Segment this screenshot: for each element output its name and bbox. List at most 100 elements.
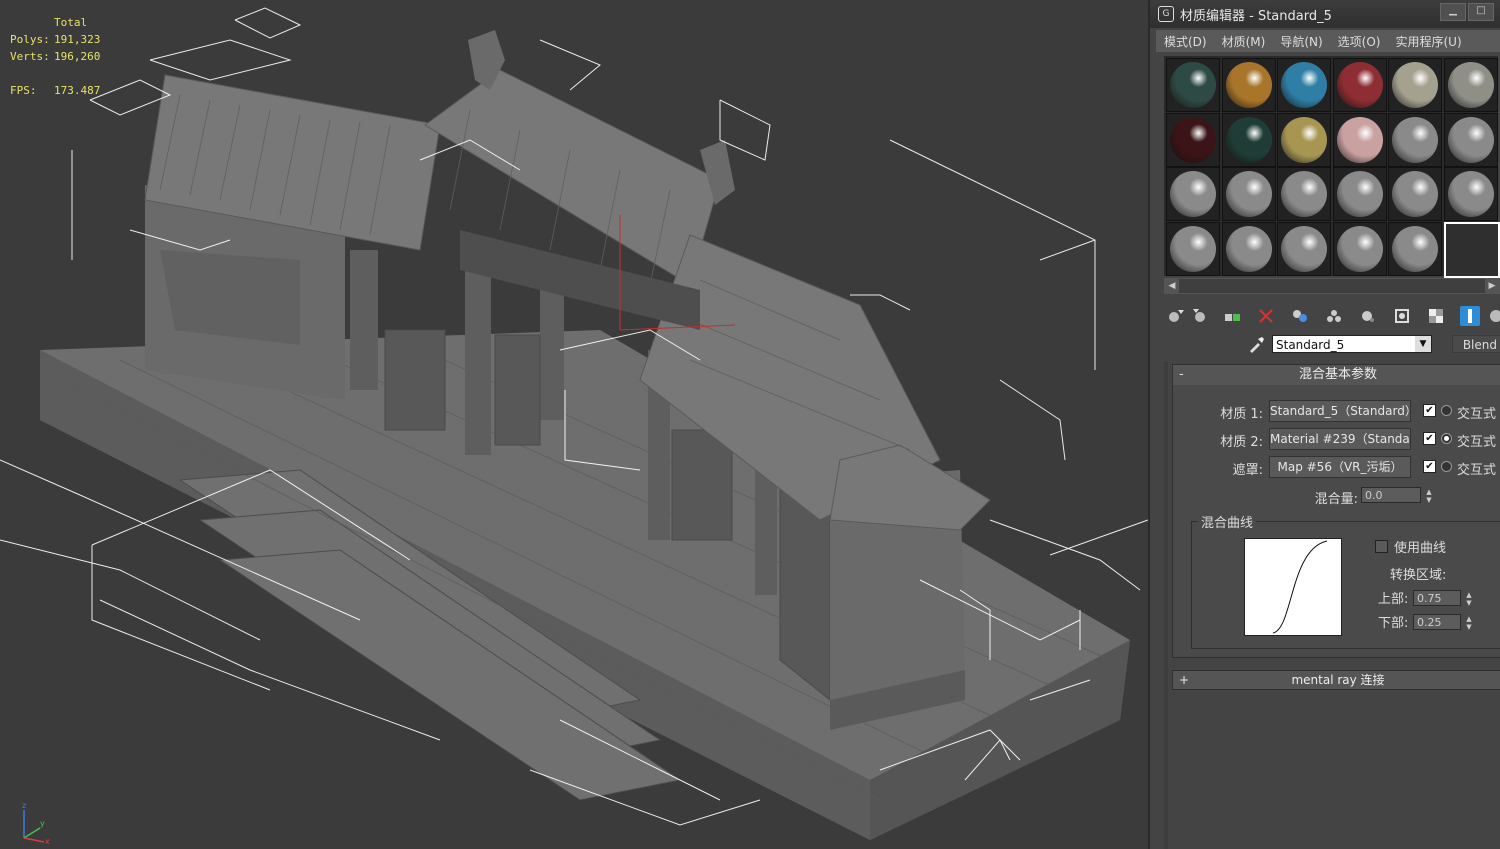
minimize-button[interactable]: ▁ xyxy=(1440,3,1466,21)
material-slot[interactable] xyxy=(1221,221,1276,276)
show-map-in-viewport-icon[interactable] xyxy=(1392,306,1412,326)
material-slot[interactable] xyxy=(1221,167,1276,221)
material-slot[interactable] xyxy=(1166,58,1220,112)
mask-map-button[interactable]: Map #56（VR_污垢） xyxy=(1269,456,1411,478)
material-2-enable-checkbox[interactable]: ✔ xyxy=(1423,432,1436,445)
lower-spinner[interactable]: 0.25 ▲ ▼ xyxy=(1413,614,1472,631)
material-slot[interactable] xyxy=(1221,58,1276,112)
material-sphere-icon xyxy=(1281,116,1327,163)
material-slot[interactable] xyxy=(1277,167,1331,221)
material-slot[interactable] xyxy=(1166,167,1220,221)
material-2-interactive-label: 交互式 xyxy=(1457,435,1497,450)
material-2-row: 材质 2: Material #239（Standard） ✔ 交互式 xyxy=(1173,428,1500,450)
maximize-button[interactable]: □ xyxy=(1468,3,1494,21)
material-slot[interactable] xyxy=(1332,221,1387,276)
material-1-button[interactable]: Standard_5（Standard） xyxy=(1269,400,1411,422)
menu-options[interactable]: 选项(O) xyxy=(1330,30,1388,50)
spinner-arrows-icon[interactable]: ▲ ▼ xyxy=(1464,591,1474,607)
slot-scrollbar[interactable]: ◀ ▶ xyxy=(1164,278,1500,294)
viewport-statistics: Total Polys: 191,323 Verts: 196,260 FPS: 17… xyxy=(10,14,100,99)
upper-spinner[interactable]: 0.75 ▲ ▼ xyxy=(1413,590,1472,607)
put-to-scene-icon[interactable] xyxy=(1190,306,1210,326)
app-icon: G xyxy=(1158,6,1174,22)
checker-background-icon[interactable] xyxy=(1426,306,1446,326)
material-name-value: Standard_5 xyxy=(1276,338,1345,352)
get-material-icon[interactable] xyxy=(1166,306,1186,326)
chevron-down-icon[interactable]: ▼ xyxy=(1415,336,1431,352)
material-slot[interactable] xyxy=(1332,58,1387,112)
expand-icon[interactable]: + xyxy=(1179,671,1189,689)
material-sphere-icon xyxy=(1225,225,1272,272)
material-effects-channel-icon[interactable] xyxy=(1358,306,1378,326)
material-slot[interactable] xyxy=(1388,221,1442,276)
material-editor-window[interactable]: G 材质编辑器 - Standard_5 ▁ □ 模式(D) 材质(M) 导航(N)… xyxy=(1148,0,1500,849)
use-curve-checkbox[interactable] xyxy=(1375,540,1388,553)
material-slot[interactable] xyxy=(1166,112,1220,167)
material-sphere-icon xyxy=(1170,171,1216,217)
spinner-arrows-icon[interactable]: ▲ ▼ xyxy=(1464,615,1474,631)
material-slot[interactable] xyxy=(1388,58,1442,112)
material-slot[interactable] xyxy=(1277,58,1331,112)
material-sphere-icon xyxy=(1281,225,1327,272)
material-slot[interactable] xyxy=(1277,221,1331,276)
stats-verts-value: 196,260 xyxy=(54,50,101,63)
stats-fps-value: 173.487 xyxy=(54,84,101,97)
delete-material-icon[interactable] xyxy=(1256,306,1276,326)
material-slot[interactable] xyxy=(1443,221,1500,278)
material-1-interactive-radio[interactable] xyxy=(1441,405,1452,416)
scroll-right-icon[interactable]: ▶ xyxy=(1485,279,1499,293)
material-sphere-icon xyxy=(1225,171,1272,217)
material-slot[interactable] xyxy=(1443,58,1498,112)
make-unique-icon[interactable] xyxy=(1290,306,1310,326)
spinner-arrows-icon[interactable]: ▲ ▼ xyxy=(1424,488,1434,504)
scroll-left-icon[interactable]: ◀ xyxy=(1165,279,1179,293)
mix-amount-spinner[interactable]: 0.0 ▲ ▼ xyxy=(1361,487,1432,504)
use-curve-label: 使用曲线 xyxy=(1394,541,1447,556)
viewport[interactable]: Total Polys: 191,323 Verts: 196,260 FPS: 17… xyxy=(0,0,1148,849)
material-sphere-icon xyxy=(1170,116,1216,163)
menu-bar: 模式(D) 材质(M) 导航(N) 选项(O) 实用程序(U) xyxy=(1156,30,1500,52)
material-type-button[interactable]: Blend xyxy=(1452,335,1500,353)
mental-ray-label: mental ray 连接 xyxy=(1291,673,1385,687)
material-sphere-icon xyxy=(1392,225,1438,272)
material-sphere-icon xyxy=(1281,62,1327,108)
material-2-button[interactable]: Material #239（Standard） xyxy=(1269,428,1411,450)
go-to-parent-icon[interactable] xyxy=(1486,306,1500,326)
material-1-row: 材质 1: Standard_5（Standard） ✔ 交互式 xyxy=(1173,400,1500,422)
axis-z-label: z xyxy=(22,801,26,810)
put-to-library-icon[interactable] xyxy=(1324,306,1344,326)
show-end-result-icon[interactable] xyxy=(1460,306,1480,326)
material-slot[interactable] xyxy=(1221,112,1276,167)
material-name-field[interactable]: Standard_5 ▼ xyxy=(1272,335,1432,353)
mix-curve-graph xyxy=(1244,538,1342,636)
collapse-icon[interactable]: - xyxy=(1179,365,1184,385)
material-slot[interactable] xyxy=(1277,112,1331,167)
material-1-enable-checkbox[interactable]: ✔ xyxy=(1423,404,1436,417)
material-toolbar xyxy=(1164,304,1500,328)
material-slot[interactable] xyxy=(1388,112,1442,167)
material-slot[interactable] xyxy=(1332,112,1387,167)
eyedropper-icon[interactable] xyxy=(1246,334,1266,354)
menu-mode[interactable]: 模式(D) xyxy=(1156,30,1214,50)
material-slot-grid xyxy=(1164,56,1500,278)
material-sphere-icon xyxy=(1336,225,1383,272)
assign-to-selection-icon[interactable] xyxy=(1222,306,1242,326)
material-slot[interactable] xyxy=(1443,167,1498,221)
material-slot[interactable] xyxy=(1166,221,1220,276)
material-slot[interactable] xyxy=(1332,167,1387,221)
menu-utilities[interactable]: 实用程序(U) xyxy=(1387,30,1468,50)
mask-interactive-radio[interactable] xyxy=(1441,461,1452,472)
material-slot[interactable] xyxy=(1443,112,1498,167)
stats-verts-label: Verts: xyxy=(10,50,50,63)
stats-total-label: Total xyxy=(54,16,88,29)
mental-ray-connection-rollout[interactable]: + mental ray 连接 xyxy=(1172,670,1500,690)
menu-navigation[interactable]: 导航(N) xyxy=(1272,30,1329,50)
material-2-interactive-radio[interactable] xyxy=(1441,433,1452,444)
stats-polys-label: Polys: xyxy=(10,33,50,46)
menu-material[interactable]: 材质(M) xyxy=(1214,30,1273,50)
mask-enable-checkbox[interactable]: ✔ xyxy=(1423,460,1436,473)
title-bar[interactable]: G 材质编辑器 - Standard_5 ▁ □ xyxy=(1150,0,1500,28)
material-slot[interactable] xyxy=(1388,167,1442,221)
rollout-header[interactable]: - 混合基本参数 xyxy=(1173,365,1500,385)
material-sphere-icon xyxy=(1336,116,1383,163)
